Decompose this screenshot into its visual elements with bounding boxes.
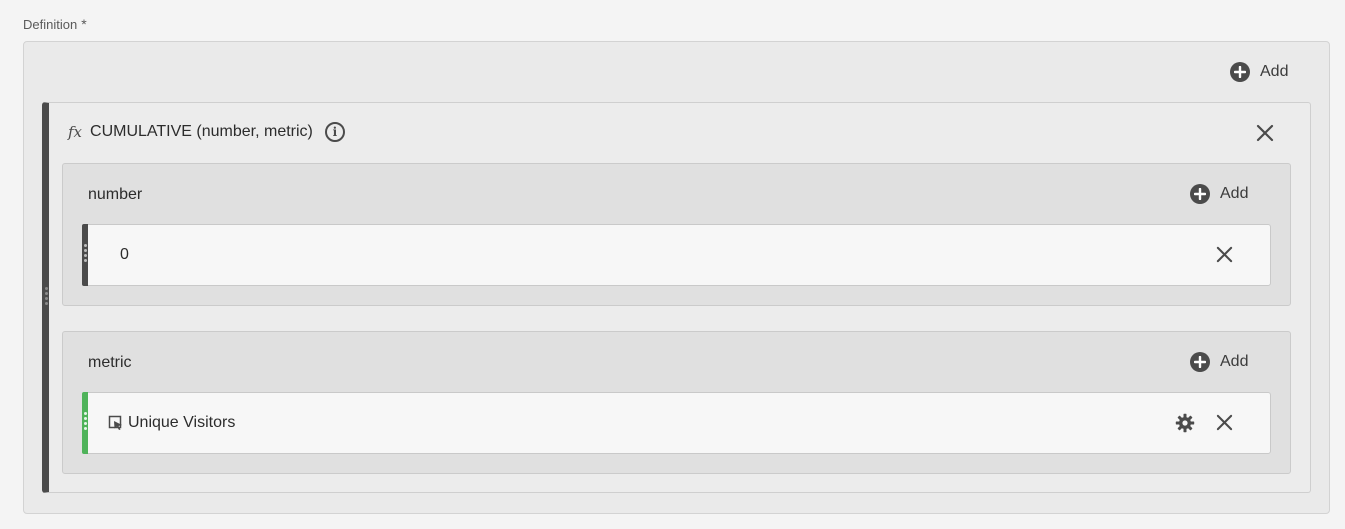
function-title: fx CUMULATIVE (number, metric) i: [68, 122, 345, 142]
plus-circle-icon: [1230, 62, 1250, 82]
close-icon[interactable]: [1216, 246, 1233, 263]
definition-label: Definition *: [23, 16, 87, 32]
number-value[interactable]: 0: [120, 246, 129, 264]
definition-label-text: Definition: [23, 16, 78, 32]
param-number-value-row[interactable]: [82, 224, 1271, 286]
required-marker: *: [81, 16, 87, 32]
close-icon[interactable]: [1216, 414, 1233, 431]
add-button-label: Add: [1220, 185, 1249, 202]
fx-icon: fx: [68, 123, 83, 141]
metric-icon: [108, 415, 122, 430]
param-number-add-button[interactable]: Add: [1190, 184, 1248, 204]
close-icon[interactable]: [1256, 124, 1274, 142]
param-label-metric: metric: [88, 354, 132, 371]
gear-icon[interactable]: [1175, 413, 1195, 433]
function-name: CUMULATIVE (number, metric): [90, 123, 313, 140]
drag-handle-icon[interactable]: [84, 244, 87, 262]
param-label-number: number: [88, 186, 143, 203]
plus-circle-icon: [1190, 352, 1210, 372]
add-button-label: Add: [1260, 63, 1289, 80]
param-metric-value-row[interactable]: [82, 392, 1271, 454]
plus-circle-icon: [1190, 184, 1210, 204]
param-metric-add-button[interactable]: Add: [1190, 352, 1248, 372]
drag-handle-icon[interactable]: [45, 287, 48, 305]
drag-handle-icon[interactable]: [84, 412, 87, 430]
add-button-label: Add: [1220, 353, 1249, 370]
definition-add-button[interactable]: Add: [1230, 62, 1288, 82]
metric-value[interactable]: Unique Visitors: [128, 414, 235, 432]
info-icon[interactable]: i: [324, 122, 345, 142]
